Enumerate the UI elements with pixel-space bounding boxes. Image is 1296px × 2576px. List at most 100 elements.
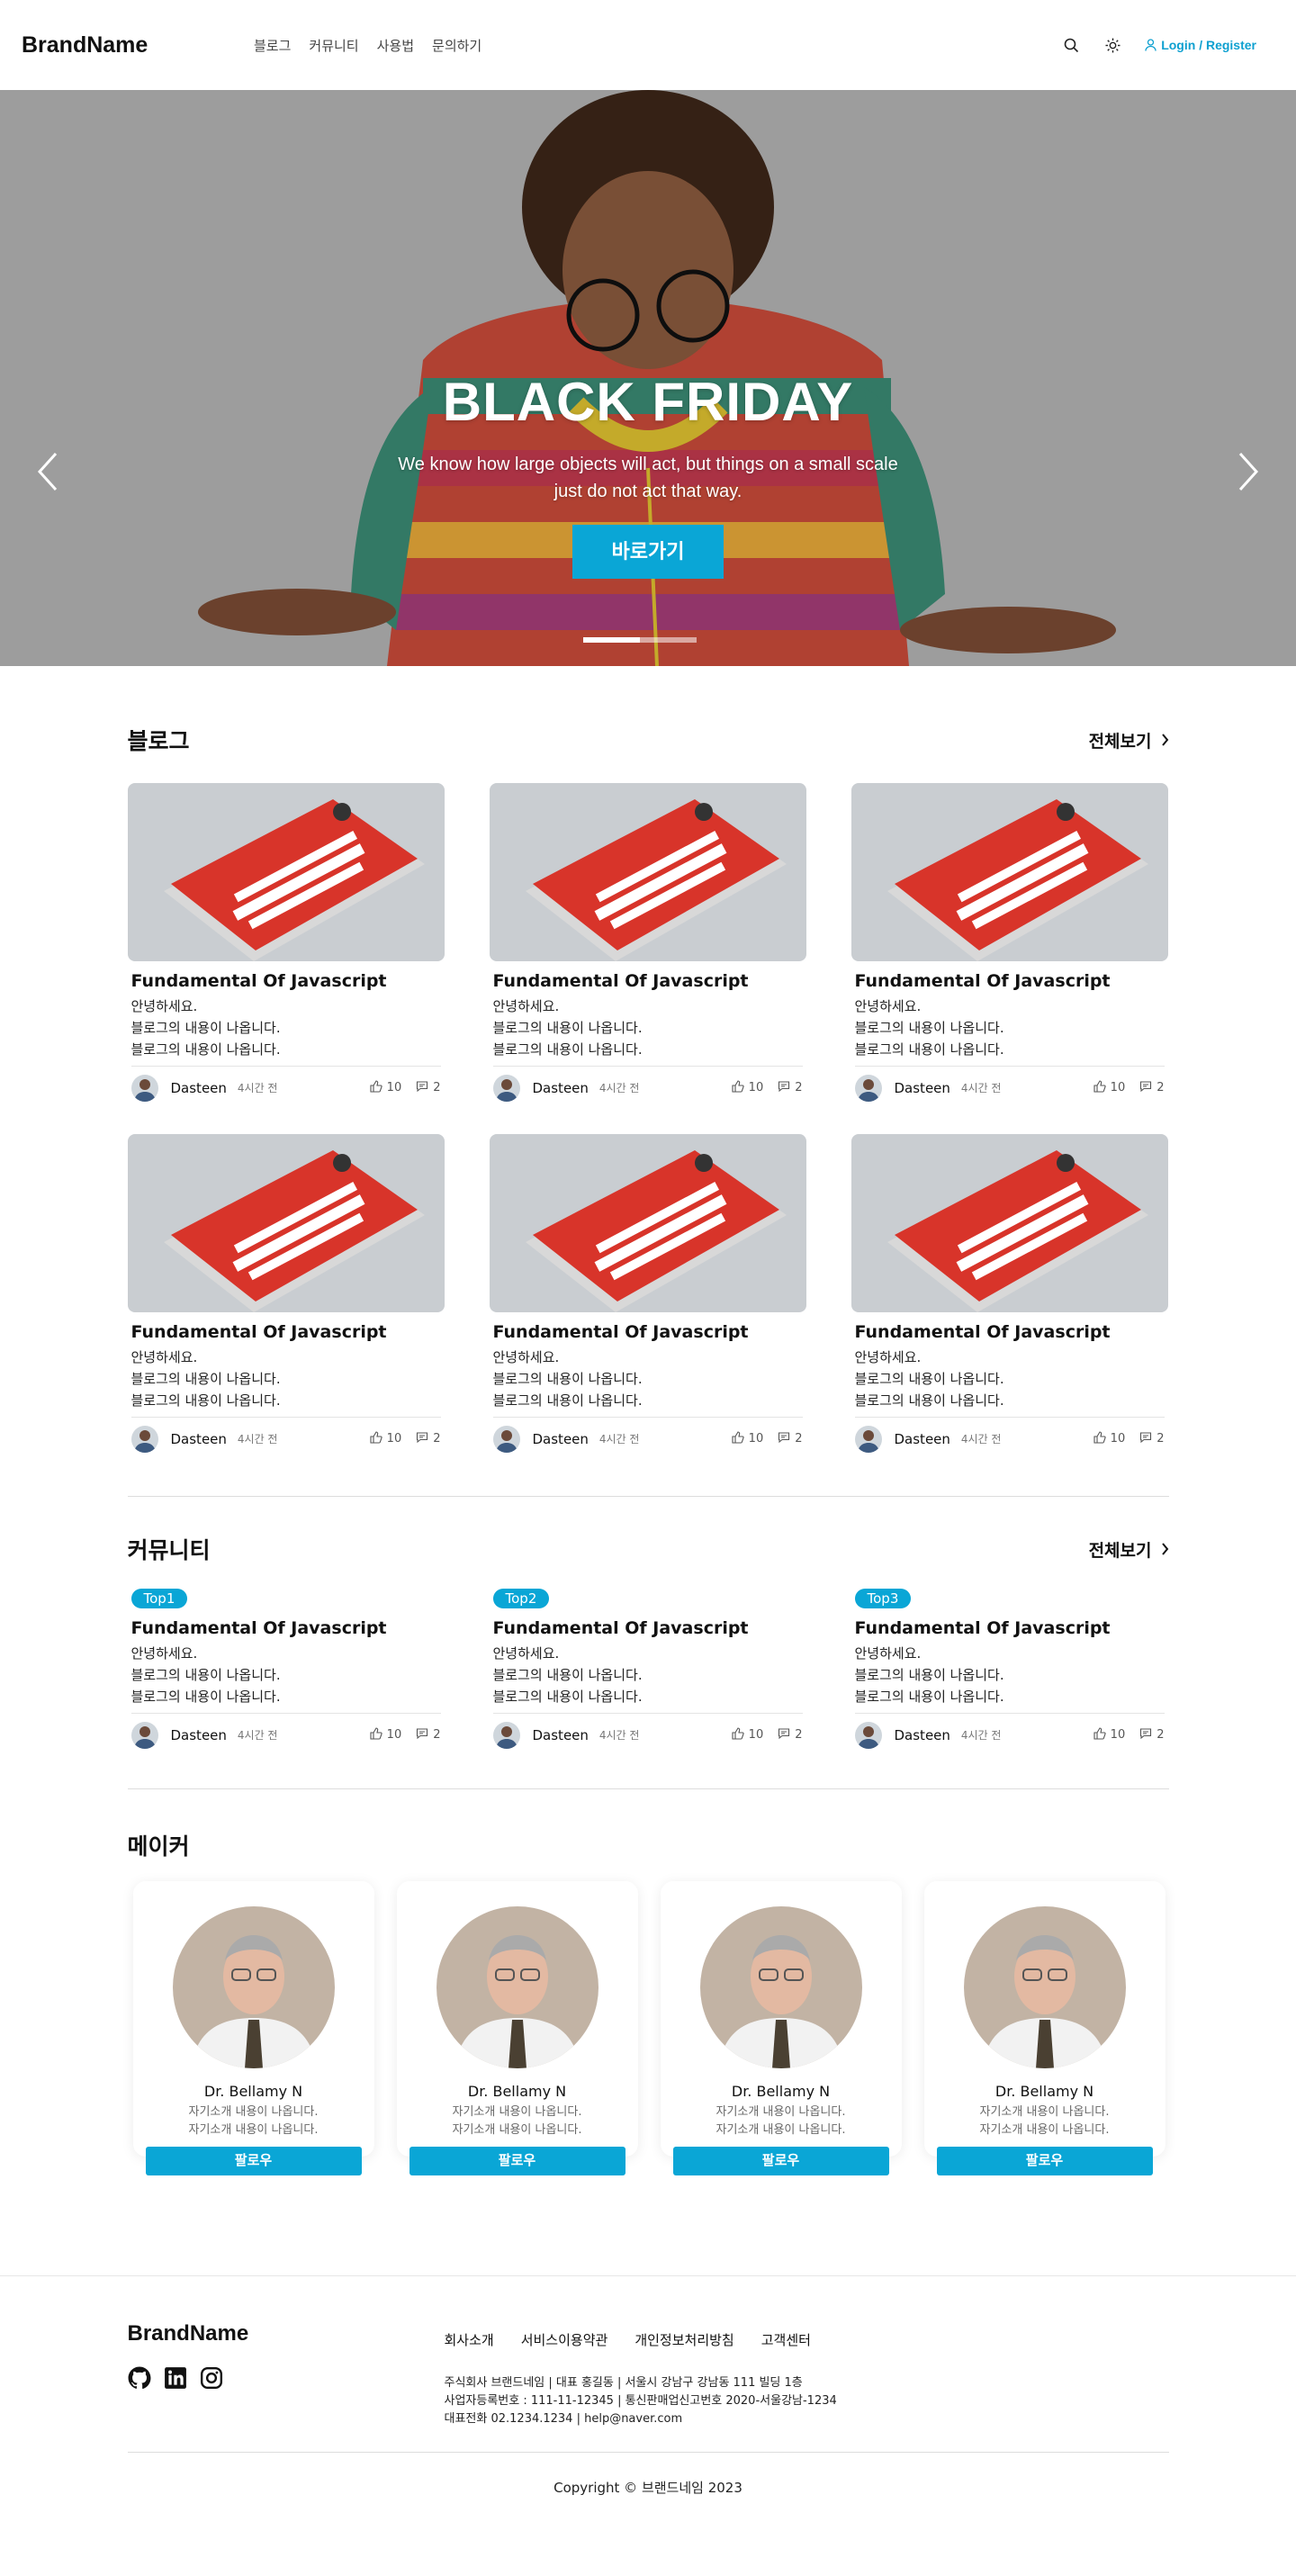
comment-stat[interactable]: 2 — [778, 1431, 803, 1447]
card-text-line: 안녕하세요. — [492, 998, 560, 1014]
follow-button[interactable]: 팔로우 — [672, 2147, 889, 2175]
avatar[interactable] — [492, 1425, 520, 1453]
blog-card-image[interactable] — [127, 1134, 445, 1312]
maker-description: 자기소개 내용이 나옵니다. 자기소개 내용이 나옵니다. — [133, 2103, 374, 2139]
chevron-right-icon[interactable] — [1235, 450, 1262, 493]
community-card-title[interactable]: Fundamental Of Javascript — [855, 1616, 1165, 1641]
comment-stat[interactable]: 2 — [416, 1080, 441, 1096]
blog-card[interactable]: Fundamental Of Javascript 안녕하세요. 블로그의 내용이… — [127, 1134, 445, 1456]
follow-button[interactable]: 팔로우 — [145, 2147, 362, 2175]
community-card-title[interactable]: Fundamental Of Javascript — [131, 1616, 441, 1641]
like-stat[interactable]: 10 — [370, 1430, 401, 1447]
author-name[interactable]: Dasteen — [533, 1080, 589, 1096]
like-stat[interactable]: 10 — [370, 1726, 401, 1743]
blog-card-title[interactable]: Fundamental Of Javascript — [131, 1320, 441, 1345]
like-stat[interactable]: 10 — [732, 1726, 763, 1743]
linkedin-icon[interactable] — [164, 2366, 187, 2390]
blog-card-image[interactable] — [489, 783, 806, 961]
search-icon[interactable] — [1062, 36, 1080, 54]
author-name[interactable]: Dasteen — [533, 1431, 589, 1447]
thumbs-up-icon — [732, 1430, 744, 1447]
comment-stat[interactable]: 2 — [778, 1727, 803, 1743]
like-stat[interactable]: 10 — [732, 1079, 763, 1096]
maker-photo[interactable] — [436, 1906, 598, 2068]
comment-stat[interactable]: 2 — [1139, 1727, 1165, 1743]
community-card[interactable]: Top1 Fundamental Of Javascript 안녕하세요. 블로그… — [128, 1589, 445, 1752]
nav-item-guide[interactable]: 사용법 — [377, 36, 414, 55]
blog-card-title[interactable]: Fundamental Of Javascript — [493, 1320, 803, 1345]
community-card-title[interactable]: Fundamental Of Javascript — [493, 1616, 803, 1641]
blog-card[interactable]: Fundamental Of Javascript 안녕하세요. 블로그의 내용이… — [127, 783, 445, 1105]
footer-link-terms[interactable]: 서비스이용약관 — [521, 2330, 608, 2349]
sun-icon[interactable] — [1103, 36, 1121, 54]
avatar[interactable] — [492, 1074, 520, 1102]
maker-name[interactable]: Dr. Bellamy N — [924, 2083, 1166, 2100]
avatar[interactable] — [854, 1721, 882, 1749]
author-name[interactable]: Dasteen — [171, 1080, 227, 1096]
footer-link-about[interactable]: 회사소개 — [445, 2330, 494, 2349]
chevron-left-icon[interactable] — [34, 450, 61, 493]
maker-photo[interactable] — [963, 1906, 1126, 2068]
card-text-line: 블로그의 내용이 나옵니다. — [854, 1667, 1004, 1683]
carousel-dot-1[interactable] — [583, 637, 640, 643]
carousel-dot-2[interactable] — [640, 637, 697, 643]
blog-card-title[interactable]: Fundamental Of Javascript — [855, 1320, 1165, 1345]
like-stat[interactable]: 10 — [370, 1079, 401, 1096]
comment-stat[interactable]: 2 — [778, 1080, 803, 1096]
like-stat[interactable]: 10 — [1094, 1430, 1125, 1447]
avatar[interactable] — [854, 1074, 882, 1102]
author-name[interactable]: Dasteen — [171, 1727, 227, 1743]
footer-brand[interactable]: BrandName — [128, 2321, 445, 2346]
community-card[interactable]: Top3 Fundamental Of Javascript 안녕하세요. 블로그… — [851, 1589, 1168, 1752]
author-name[interactable]: Dasteen — [895, 1727, 950, 1743]
blog-card-title[interactable]: Fundamental Of Javascript — [855, 968, 1165, 994]
github-icon[interactable] — [128, 2366, 151, 2390]
login-register-link[interactable]: Login / Register — [1145, 38, 1256, 52]
blog-card-image[interactable] — [850, 1134, 1168, 1312]
community-card-excerpt: 안녕하세요. 블로그의 내용이 나옵니다. 블로그의 내용이 나옵니다. — [855, 1643, 1165, 1707]
avatar[interactable] — [130, 1721, 158, 1749]
author-name[interactable]: Dasteen — [171, 1431, 227, 1447]
blog-card-image[interactable] — [489, 1134, 806, 1312]
footer-link-privacy[interactable]: 개인정보처리방침 — [634, 2330, 734, 2349]
avatar[interactable] — [130, 1425, 158, 1453]
maker-photo[interactable] — [172, 1906, 335, 2068]
instagram-icon[interactable] — [200, 2366, 223, 2390]
follow-button[interactable]: 팔로우 — [936, 2147, 1153, 2175]
blog-card-image[interactable] — [850, 783, 1168, 961]
community-card[interactable]: Top2 Fundamental Of Javascript 안녕하세요. 블로그… — [490, 1589, 806, 1752]
nav-item-community[interactable]: 커뮤니티 — [309, 36, 358, 55]
nav-item-blog[interactable]: 블로그 — [254, 36, 291, 55]
footer-link-support[interactable]: 고객센터 — [761, 2330, 811, 2349]
comment-stat[interactable]: 2 — [1139, 1431, 1165, 1447]
avatar[interactable] — [492, 1721, 520, 1749]
author-name[interactable]: Dasteen — [895, 1431, 950, 1447]
blog-card-image[interactable] — [127, 783, 445, 961]
follow-button[interactable]: 팔로우 — [409, 2147, 626, 2175]
maker-photo[interactable] — [699, 1906, 862, 2068]
blog-card[interactable]: Fundamental Of Javascript 안녕하세요. 블로그의 내용이… — [850, 1134, 1168, 1456]
blog-card[interactable]: Fundamental Of Javascript 안녕하세요. 블로그의 내용이… — [489, 783, 806, 1105]
maker-name[interactable]: Dr. Bellamy N — [661, 2083, 902, 2100]
blog-card-title[interactable]: Fundamental Of Javascript — [131, 968, 441, 994]
community-view-all-link[interactable]: 전체보기 — [1089, 1537, 1169, 1562]
maker-name[interactable]: Dr. Bellamy N — [397, 2083, 638, 2100]
like-stat[interactable]: 10 — [732, 1430, 763, 1447]
hero-cta-button[interactable]: 바로가기 — [572, 525, 724, 579]
blog-card[interactable]: Fundamental Of Javascript 안녕하세요. 블로그의 내용이… — [489, 1134, 806, 1456]
nav-item-contact[interactable]: 문의하기 — [432, 36, 482, 55]
comment-stat[interactable]: 2 — [1139, 1080, 1165, 1096]
comment-stat[interactable]: 2 — [416, 1431, 441, 1447]
author-name[interactable]: Dasteen — [533, 1727, 589, 1743]
comment-stat[interactable]: 2 — [416, 1727, 441, 1743]
avatar[interactable] — [130, 1074, 158, 1102]
blog-view-all-link[interactable]: 전체보기 — [1089, 728, 1169, 752]
maker-name[interactable]: Dr. Bellamy N — [133, 2083, 374, 2100]
avatar[interactable] — [854, 1425, 882, 1453]
author-name[interactable]: Dasteen — [895, 1080, 950, 1096]
like-stat[interactable]: 10 — [1094, 1726, 1125, 1743]
brand-logo[interactable]: BrandName — [22, 32, 254, 59]
like-stat[interactable]: 10 — [1094, 1079, 1125, 1096]
blog-card-title[interactable]: Fundamental Of Javascript — [493, 968, 803, 994]
blog-card[interactable]: Fundamental Of Javascript 안녕하세요. 블로그의 내용이… — [850, 783, 1168, 1105]
